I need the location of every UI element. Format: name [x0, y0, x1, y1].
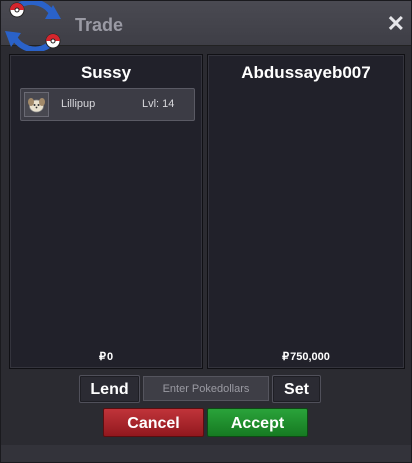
set-money-button[interactable]: Set [272, 375, 321, 403]
my-offer-panel: Sussy Lillipup Lvl: 14 ₽0 [9, 54, 203, 369]
trade-window: Trade ✕ Sussy Lillipup Lvl: 14 ₽0 Abduss… [0, 0, 412, 463]
close-icon[interactable]: ✕ [387, 13, 405, 35]
item-name: Lillipup [61, 98, 96, 110]
partner-money-display: ₽750,000 [208, 350, 404, 363]
player-name: Sussy [80, 63, 132, 82]
accept-button[interactable]: Accept [207, 408, 308, 437]
partner-name: Abdussayeb007 [241, 63, 371, 82]
item-level: Lvl: 14 [142, 98, 175, 110]
lillipup-icon [24, 92, 49, 117]
pokedollar-icon: ₽ [98, 351, 106, 363]
my-money-value: 0 [106, 351, 114, 363]
window-title: Trade [75, 15, 124, 35]
partner-money-value: 750,000 [290, 351, 330, 363]
pokedollar-input[interactable] [143, 376, 269, 401]
partner-offer-panel: Abdussayeb007 ₽750,000 [207, 54, 405, 369]
cancel-button[interactable]: Cancel [103, 408, 204, 437]
lend-button[interactable]: Lend [79, 375, 140, 403]
pokeball-swap-icon [5, 1, 61, 51]
window-footer [1, 445, 411, 462]
trade-item-row[interactable]: Lillipup Lvl: 14 [20, 88, 195, 121]
my-money-display: ₽0 [10, 350, 202, 363]
pokedollar-icon: ₽ [282, 351, 290, 363]
